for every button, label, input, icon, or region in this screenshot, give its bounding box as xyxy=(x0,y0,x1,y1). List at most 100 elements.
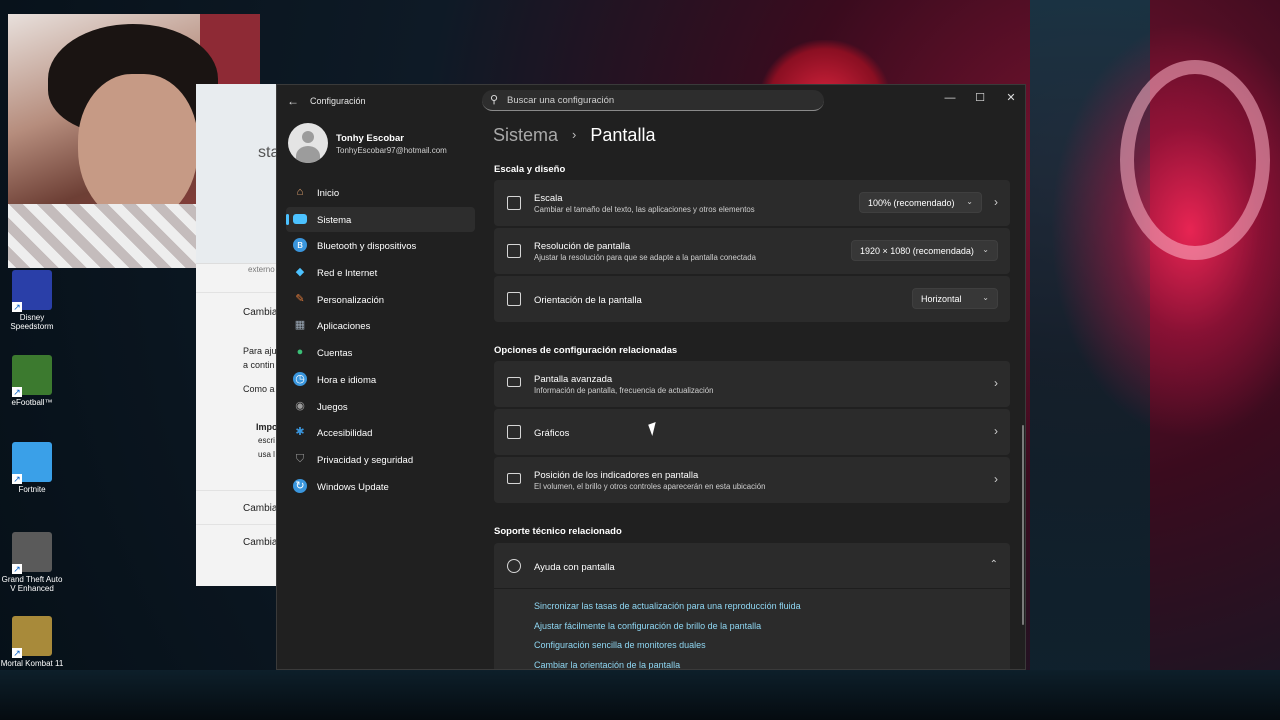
minimize-button[interactable]: — xyxy=(935,88,965,108)
setting-subtitle: Información de pantalla, frecuencia de a… xyxy=(534,386,714,395)
search-icon: ⚲ xyxy=(490,94,499,106)
breadcrumb-separator-icon: › xyxy=(572,127,577,142)
chevron-right-icon: › xyxy=(994,424,998,438)
resolution-icon xyxy=(507,244,521,258)
background-window-row[interactable]: Cambia xyxy=(196,292,286,334)
breadcrumb: Sistema › Pantalla xyxy=(493,125,655,146)
settings-window: ← Configuración ⚲ — ☐ ✕ Tonhy Escobar To… xyxy=(276,84,1026,670)
sidebar-item-accesibilidad[interactable]: ✱ Accesibilidad xyxy=(286,420,475,445)
sidebar-item-red[interactable]: ◆ Red e Internet xyxy=(286,260,475,285)
background-window-text: Para aju xyxy=(243,346,277,356)
background-window-row[interactable]: Cambia xyxy=(196,524,286,556)
shield-icon: ⛉ xyxy=(295,452,305,465)
sidebar-nav: ⌂ Inicio Sistema ʙ Bluetooth y dispositi… xyxy=(286,180,475,500)
help-link[interactable]: Cambiar la orientación de la pantalla xyxy=(534,660,801,670)
apps-icon: ▦ xyxy=(294,319,306,332)
sidebar-item-label: Bluetooth y dispositivos xyxy=(317,241,417,253)
section-heading-escala: Escala y diseño xyxy=(494,164,566,175)
window-title: Configuración xyxy=(310,96,366,106)
setting-subtitle: El volumen, el brillo y otros controles … xyxy=(534,482,766,491)
setting-title: Gráficos xyxy=(534,428,570,439)
sidebar-item-bluetooth[interactable]: ʙ Bluetooth y dispositivos xyxy=(286,233,475,258)
chevron-down-icon: ⌄ xyxy=(982,293,989,302)
sidebar-item-personalizacion[interactable]: ✎ Personalización xyxy=(286,287,475,312)
sidebar-item-windows-update[interactable]: ↻ Windows Update xyxy=(286,474,475,499)
avatar[interactable] xyxy=(288,123,328,163)
breadcrumb-parent[interactable]: Sistema xyxy=(493,125,558,145)
help-header[interactable]: Ayuda con pantalla ⌃ xyxy=(494,543,1010,589)
sidebar-item-inicio[interactable]: ⌂ Inicio xyxy=(286,180,475,205)
desktop-icon-label: Grand Theft Auto V Enhanced xyxy=(1,575,63,593)
accounts-icon: ● xyxy=(296,346,304,359)
sidebar-item-label: Aplicaciones xyxy=(317,321,371,333)
help-link[interactable]: Ajustar fácilmente la configuración de b… xyxy=(534,621,801,641)
help-link[interactable]: Configuración sencilla de monitores dual… xyxy=(534,640,801,660)
help-link[interactable]: Sincronizar las tasas de actualización p… xyxy=(534,601,801,621)
sidebar-item-hora[interactable]: ◷ Hora e idioma xyxy=(286,367,475,392)
desktop-icon-fortnite[interactable]: Fortnite xyxy=(0,442,64,494)
sidebar-item-sistema[interactable]: Sistema xyxy=(286,206,475,232)
search-input[interactable] xyxy=(507,93,807,108)
scrollbar[interactable] xyxy=(1022,425,1024,625)
desktop-icon-mortal-kombat[interactable]: Mortal Kombat 11 xyxy=(0,616,64,668)
chevron-right-icon: › xyxy=(994,472,998,486)
desktop-icon-disney-speedstorm[interactable]: Disney Speedstorm xyxy=(0,270,64,331)
back-arrow-icon[interactable]: ← xyxy=(285,93,301,109)
title-bar: ← Configuración ⚲ — ☐ ✕ xyxy=(277,85,1025,117)
bluetooth-icon: ʙ xyxy=(293,238,307,253)
update-icon: ↻ xyxy=(293,478,307,493)
section-heading-related: Opciones de configuración relacionadas xyxy=(494,345,678,356)
mortal-kombat-icon xyxy=(12,616,52,658)
desktop-icon-label: Disney Speedstorm xyxy=(10,313,54,331)
sidebar-item-cuentas[interactable]: ● Cuentas xyxy=(286,340,475,365)
search-box[interactable]: ⚲ xyxy=(482,90,824,111)
sidebar-item-label: Accesibilidad xyxy=(317,428,373,440)
desktop-icon-label: Mortal Kombat 11 xyxy=(0,659,64,668)
sidebar-item-label: Cuentas xyxy=(317,348,353,360)
desktop-icon-label: Fortnite xyxy=(18,485,46,494)
setting-row-graficos[interactable]: Gráficos › xyxy=(494,409,1010,455)
setting-title: Escala xyxy=(534,193,563,204)
setting-row-escala[interactable]: Escala Cambiar el tamaño del texto, las … xyxy=(494,180,1010,226)
system-icon xyxy=(293,213,307,224)
setting-row-pantalla-avanzada[interactable]: Pantalla avanzada Información de pantall… xyxy=(494,361,1010,407)
globe-clock-icon: ◷ xyxy=(293,371,307,386)
setting-row-resolucion[interactable]: Resolución de pantalla Ajustar la resolu… xyxy=(494,228,1010,274)
desktop-icon-gta-v[interactable]: Grand Theft Auto V Enhanced xyxy=(0,532,64,593)
chevron-right-icon: › xyxy=(994,376,998,390)
help-links: Sincronizar las tasas de actualización p… xyxy=(534,601,801,670)
chevron-down-icon: ⌄ xyxy=(966,197,973,206)
orientation-dropdown[interactable]: Horizontal ⌄ xyxy=(912,288,998,309)
avatar-head xyxy=(302,131,314,143)
close-button[interactable]: ✕ xyxy=(996,88,1025,108)
sidebar-item-label: Privacidad y seguridad xyxy=(317,454,414,466)
sidebar-item-label: Inicio xyxy=(317,188,340,199)
accessibility-icon: ✱ xyxy=(295,426,305,439)
setting-title: Orientación de la pantalla xyxy=(534,295,642,306)
maximize-button[interactable]: ☐ xyxy=(965,88,995,108)
background-window-text: Como a xyxy=(243,384,275,394)
background-window-row[interactable]: Cambia xyxy=(196,490,286,522)
background-window-fragment: externo xyxy=(248,265,275,274)
scale-dropdown[interactable]: 100% (recomendado) ⌄ xyxy=(859,192,982,213)
help-title: Ayuda con pantalla xyxy=(534,562,615,573)
setting-row-orientacion[interactable]: Orientación de la pantalla Horizontal ⌄ xyxy=(494,276,1010,322)
desktop-icon-efootball[interactable]: eFootball™ xyxy=(0,355,64,407)
resolution-dropdown[interactable]: 1920 × 1080 (recomendada) ⌄ xyxy=(851,240,998,261)
gamepad-icon: ◉ xyxy=(295,399,305,412)
background-window[interactable]: sta externo Cambia Para aju a contin Com… xyxy=(196,84,286,586)
setting-title: Resolución de pantalla xyxy=(534,241,631,252)
background-window-text: a contin xyxy=(243,360,275,370)
sidebar-item-aplicaciones[interactable]: ▦ Aplicaciones xyxy=(286,313,475,338)
scale-dropdown-value: 100% (recomendado) xyxy=(868,198,955,208)
sidebar-item-label: Red e Internet xyxy=(317,268,378,280)
chevron-up-icon[interactable]: ⌃ xyxy=(990,559,998,570)
home-icon: ⌂ xyxy=(296,186,304,198)
disney-speedstorm-icon xyxy=(12,270,52,312)
section-heading-support: Soporte técnico relacionado xyxy=(494,526,622,537)
sidebar-item-label: Windows Update xyxy=(317,481,389,493)
setting-subtitle: Ajustar la resolución para que se adapte… xyxy=(534,253,756,262)
setting-row-indicadores[interactable]: Posición de los indicadores en pantalla … xyxy=(494,457,1010,503)
sidebar-item-juegos[interactable]: ◉ Juegos xyxy=(286,394,475,419)
sidebar-item-privacidad[interactable]: ⛉ Privacidad y seguridad xyxy=(286,447,475,472)
